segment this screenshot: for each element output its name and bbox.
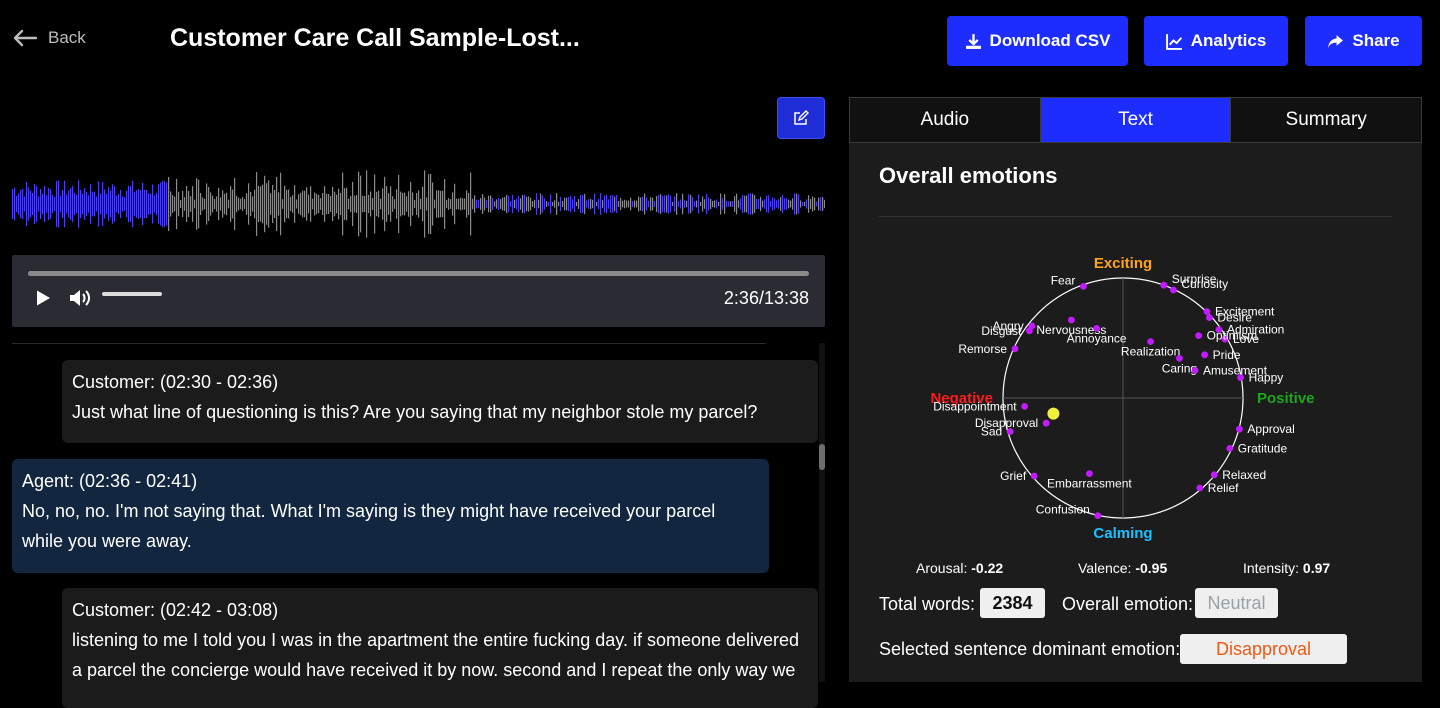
tab-audio[interactable]: Audio [850, 98, 1041, 142]
emotion-point-label: Grief [1000, 469, 1027, 483]
emotion-point [1030, 472, 1038, 480]
emotion-point [1226, 445, 1234, 452]
metric-arousal: Arousal: -0.22 [916, 560, 1004, 576]
analytics-button[interactable]: Analytics [1144, 16, 1288, 66]
arrow-left-icon [13, 29, 38, 47]
audio-player: 2:36/13:38 [12, 255, 825, 327]
emotion-point [1026, 327, 1033, 335]
emotion-point-label: Remorse [958, 342, 1007, 356]
playback-time: 2:36/13:38 [723, 288, 809, 308]
emotion-point [1080, 283, 1087, 290]
panel-tabs: Audio Text Summary [849, 97, 1422, 143]
transcript-message[interactable]: Customer: (02:42 - 03:08) listening to m… [62, 588, 818, 708]
chart-line-icon [1165, 33, 1182, 50]
emotion-point [1042, 419, 1050, 427]
edit-button[interactable] [777, 97, 825, 139]
share-icon [1328, 34, 1344, 48]
emotion-point-label: Disappointment [933, 399, 1017, 413]
message-text: No, no, no. I'm not saying that. What I'… [22, 501, 716, 551]
metric-intensity: Intensity: 0.97 [1243, 560, 1331, 576]
axis-label-calming: Calming [1093, 525, 1152, 542]
back-label: Back [48, 28, 86, 47]
emotion-point [1196, 484, 1204, 492]
transcript-message[interactable]: Customer: (02:30 - 02:36) Just what line… [62, 360, 818, 443]
message-text: listening to me I told you I was in the … [72, 630, 800, 680]
play-icon [37, 290, 50, 306]
selected-emotion-badge: Disapproval [1180, 634, 1347, 664]
download-csv-button[interactable]: Download CSV [947, 16, 1128, 66]
emotion-point [1201, 351, 1208, 359]
transcript-divider [12, 343, 766, 344]
emotion-point [1021, 403, 1028, 410]
page-title: Customer Care Call Sample-Lost... [170, 24, 580, 52]
emotion-point [1237, 374, 1244, 381]
message-text: Just what line of questioning is this? A… [72, 402, 758, 422]
download-icon [965, 33, 981, 49]
emotion-point-label: Relaxed [1222, 468, 1266, 482]
emotion-point-label: Relief [1208, 481, 1239, 495]
emotion-point [1011, 345, 1019, 353]
progress-bar[interactable] [28, 271, 809, 276]
section-title: Overall emotions [879, 163, 1058, 188]
emotion-point-label: Approval [1247, 422, 1294, 436]
emotion-point-label: Optimism [1207, 329, 1258, 343]
back-button[interactable]: Back [12, 28, 86, 48]
tab-summary[interactable]: Summary [1231, 98, 1421, 142]
total-words-label: Total words: [879, 594, 976, 614]
emotion-point [1203, 308, 1211, 315]
progress-fill [28, 271, 177, 276]
scrollbar-thumb[interactable] [819, 444, 825, 470]
emotion-point [1191, 367, 1199, 374]
emotion-point [1160, 281, 1168, 289]
overall-emotion-label: Overall emotion: [1062, 594, 1194, 614]
share-button[interactable]: Share [1305, 16, 1422, 66]
total-words-badge: 2384 [980, 588, 1045, 618]
axis-label-positive: Positive [1257, 390, 1315, 407]
emotion-point-label: Pride [1213, 348, 1241, 362]
emotion-wheel: ExcitingCalmingNegative PositiveFear Surpr… [930, 255, 1315, 542]
emotion-point-label: Caring [1162, 361, 1197, 375]
emotion-point [1170, 286, 1177, 294]
emotion-point [1210, 471, 1218, 479]
volume-icon [70, 290, 90, 306]
audio-waveform[interactable] [12, 168, 825, 240]
emotion-point-label: Happy [1249, 371, 1284, 385]
edit-icon [794, 110, 809, 125]
transcript-message[interactable]: Agent: (02:36 - 02:41) No, no, no. I'm n… [12, 459, 769, 573]
message-speaker: Customer: (02:30 - 02:36) [72, 372, 279, 392]
emotion-point-label: Realization [1121, 345, 1180, 359]
volume-slider[interactable] [102, 292, 162, 296]
emotion-point-label: Confusion [1036, 503, 1090, 517]
message-speaker: Agent: (02:36 - 02:41) [22, 471, 198, 491]
volume-button[interactable] [68, 287, 92, 314]
section-divider [879, 216, 1392, 217]
selected-sentence-label: Selected sentence dominant emotion: [879, 639, 1181, 659]
metric-valence: Valence: -0.95 [1078, 560, 1168, 576]
emotion-point-label: Gratitude [1238, 441, 1288, 455]
emotion-point-label: Annoyance [1067, 331, 1127, 345]
emotion-point-label: Sad [981, 425, 1002, 439]
emotion-point-label: Disgust [981, 324, 1022, 338]
axis-label-exciting: Exciting [1094, 255, 1152, 272]
transcript-scrollbar[interactable] [819, 343, 825, 682]
emotion-point-label: Fear [1051, 273, 1076, 287]
tab-text[interactable]: Text [1040, 98, 1232, 142]
emotion-point-label: Curiosity [1181, 277, 1228, 291]
overall-emotion-badge: Neutral [1195, 588, 1278, 618]
emotion-point [1206, 314, 1213, 321]
selected-emotion-point [1047, 407, 1060, 420]
emotion-point [1236, 425, 1243, 433]
message-speaker: Customer: (02:42 - 03:08) [72, 600, 279, 620]
play-button[interactable] [34, 289, 52, 312]
emotion-point-label: Embarrassment [1047, 477, 1132, 491]
emotion-point [1006, 428, 1014, 435]
emotion-point [1195, 332, 1202, 339]
emotion-point [1094, 512, 1102, 519]
